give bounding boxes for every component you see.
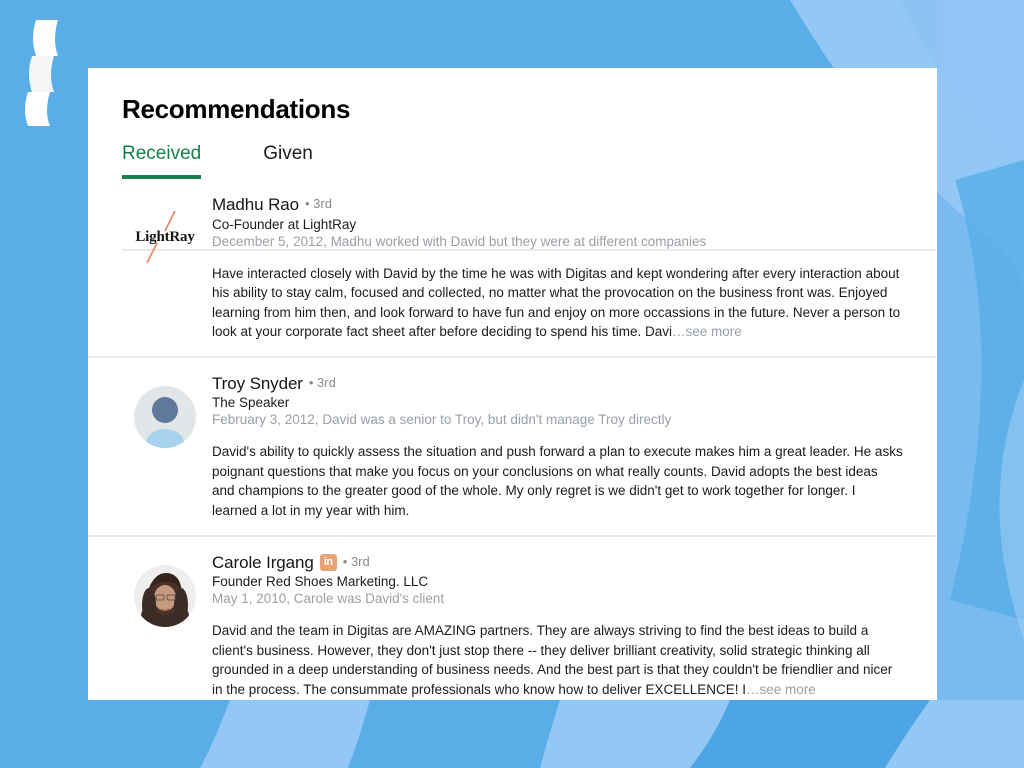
tab-bar-divider [122,249,937,251]
connection-degree: • 3rd [305,196,332,212]
profile-photo-avatar [134,564,196,627]
page-title: Recommendations [122,94,351,124]
recommendation-text: David's ability to quickly assess the si… [212,442,903,520]
tab-given[interactable]: Given [263,143,313,179]
default-person-avatar-icon [134,385,196,448]
recommendation-item: LightRay Madhu Rao • 3rd Co-Founder at L… [88,179,937,358]
recommendation-body: Carole Irgang in • 3rd Founder Red Shoes… [208,553,903,700]
avatar[interactable] [122,374,208,521]
recommender-name-row: Carole Irgang in • 3rd [212,553,903,573]
recommender-title: The Speaker [212,395,290,411]
recommendation-text: Have interacted closely with David by th… [212,264,903,342]
lightray-logo-icon: LightRay [123,207,207,267]
recommendation-item: Troy Snyder • 3rd The Speaker February 3… [88,358,937,537]
recommendation-meta: May 1, 2010, Carole was David's client [212,591,445,607]
background-band-b2 [348,700,560,768]
recommendation-meta: February 3, 2012, David was a senior to … [212,412,672,428]
brand-logo-icon [25,20,58,126]
background-band-b1 [0,700,230,768]
recommendation-body: Troy Snyder • 3rd The Speaker February 3… [208,374,903,521]
see-more-link[interactable]: …see more [746,682,816,697]
recommender-name-row: Troy Snyder • 3rd [212,374,903,394]
recommender-name-row: Madhu Rao • 3rd [212,195,903,215]
recommender-title: Founder Red Shoes Marketing. LLC [212,574,429,590]
avatar[interactable] [122,553,208,700]
tab-received[interactable]: Received [122,143,202,179]
recommendation-meta: December 5, 2012, Madhu worked with Davi… [212,233,707,249]
recommendation-text-body: David's ability to quickly assess the si… [212,444,903,519]
tab-bar: Received Given [122,143,903,179]
linkedin-badge-icon: in [319,553,337,571]
recommendation-item: Carole Irgang in • 3rd Founder Red Shoes… [88,537,937,700]
recommendations-card: Recommendations Received Given LightRay … [88,68,937,700]
connection-degree: • 3rd [308,375,336,391]
recommender-name[interactable]: Troy Snyder [212,374,303,394]
recommender-name[interactable]: Madhu Rao [212,195,299,215]
recommender-title: Co-Founder at LightRay [212,216,357,232]
see-more-link[interactable]: …see more [672,324,742,339]
card-header: Recommendations Received Given [88,68,937,179]
lightray-wordmark: LightRay [135,229,195,245]
recommendation-body: Madhu Rao • 3rd Co-Founder at LightRay D… [208,195,903,342]
recommender-name[interactable]: Carole Irgang [212,553,314,573]
connection-degree: • 3rd [342,553,370,569]
recommendation-text: David and the team in Digitas are AMAZIN… [212,621,903,699]
recommendation-text-body: Have interacted closely with David by th… [212,265,901,340]
avatar[interactable]: LightRay [122,195,208,342]
